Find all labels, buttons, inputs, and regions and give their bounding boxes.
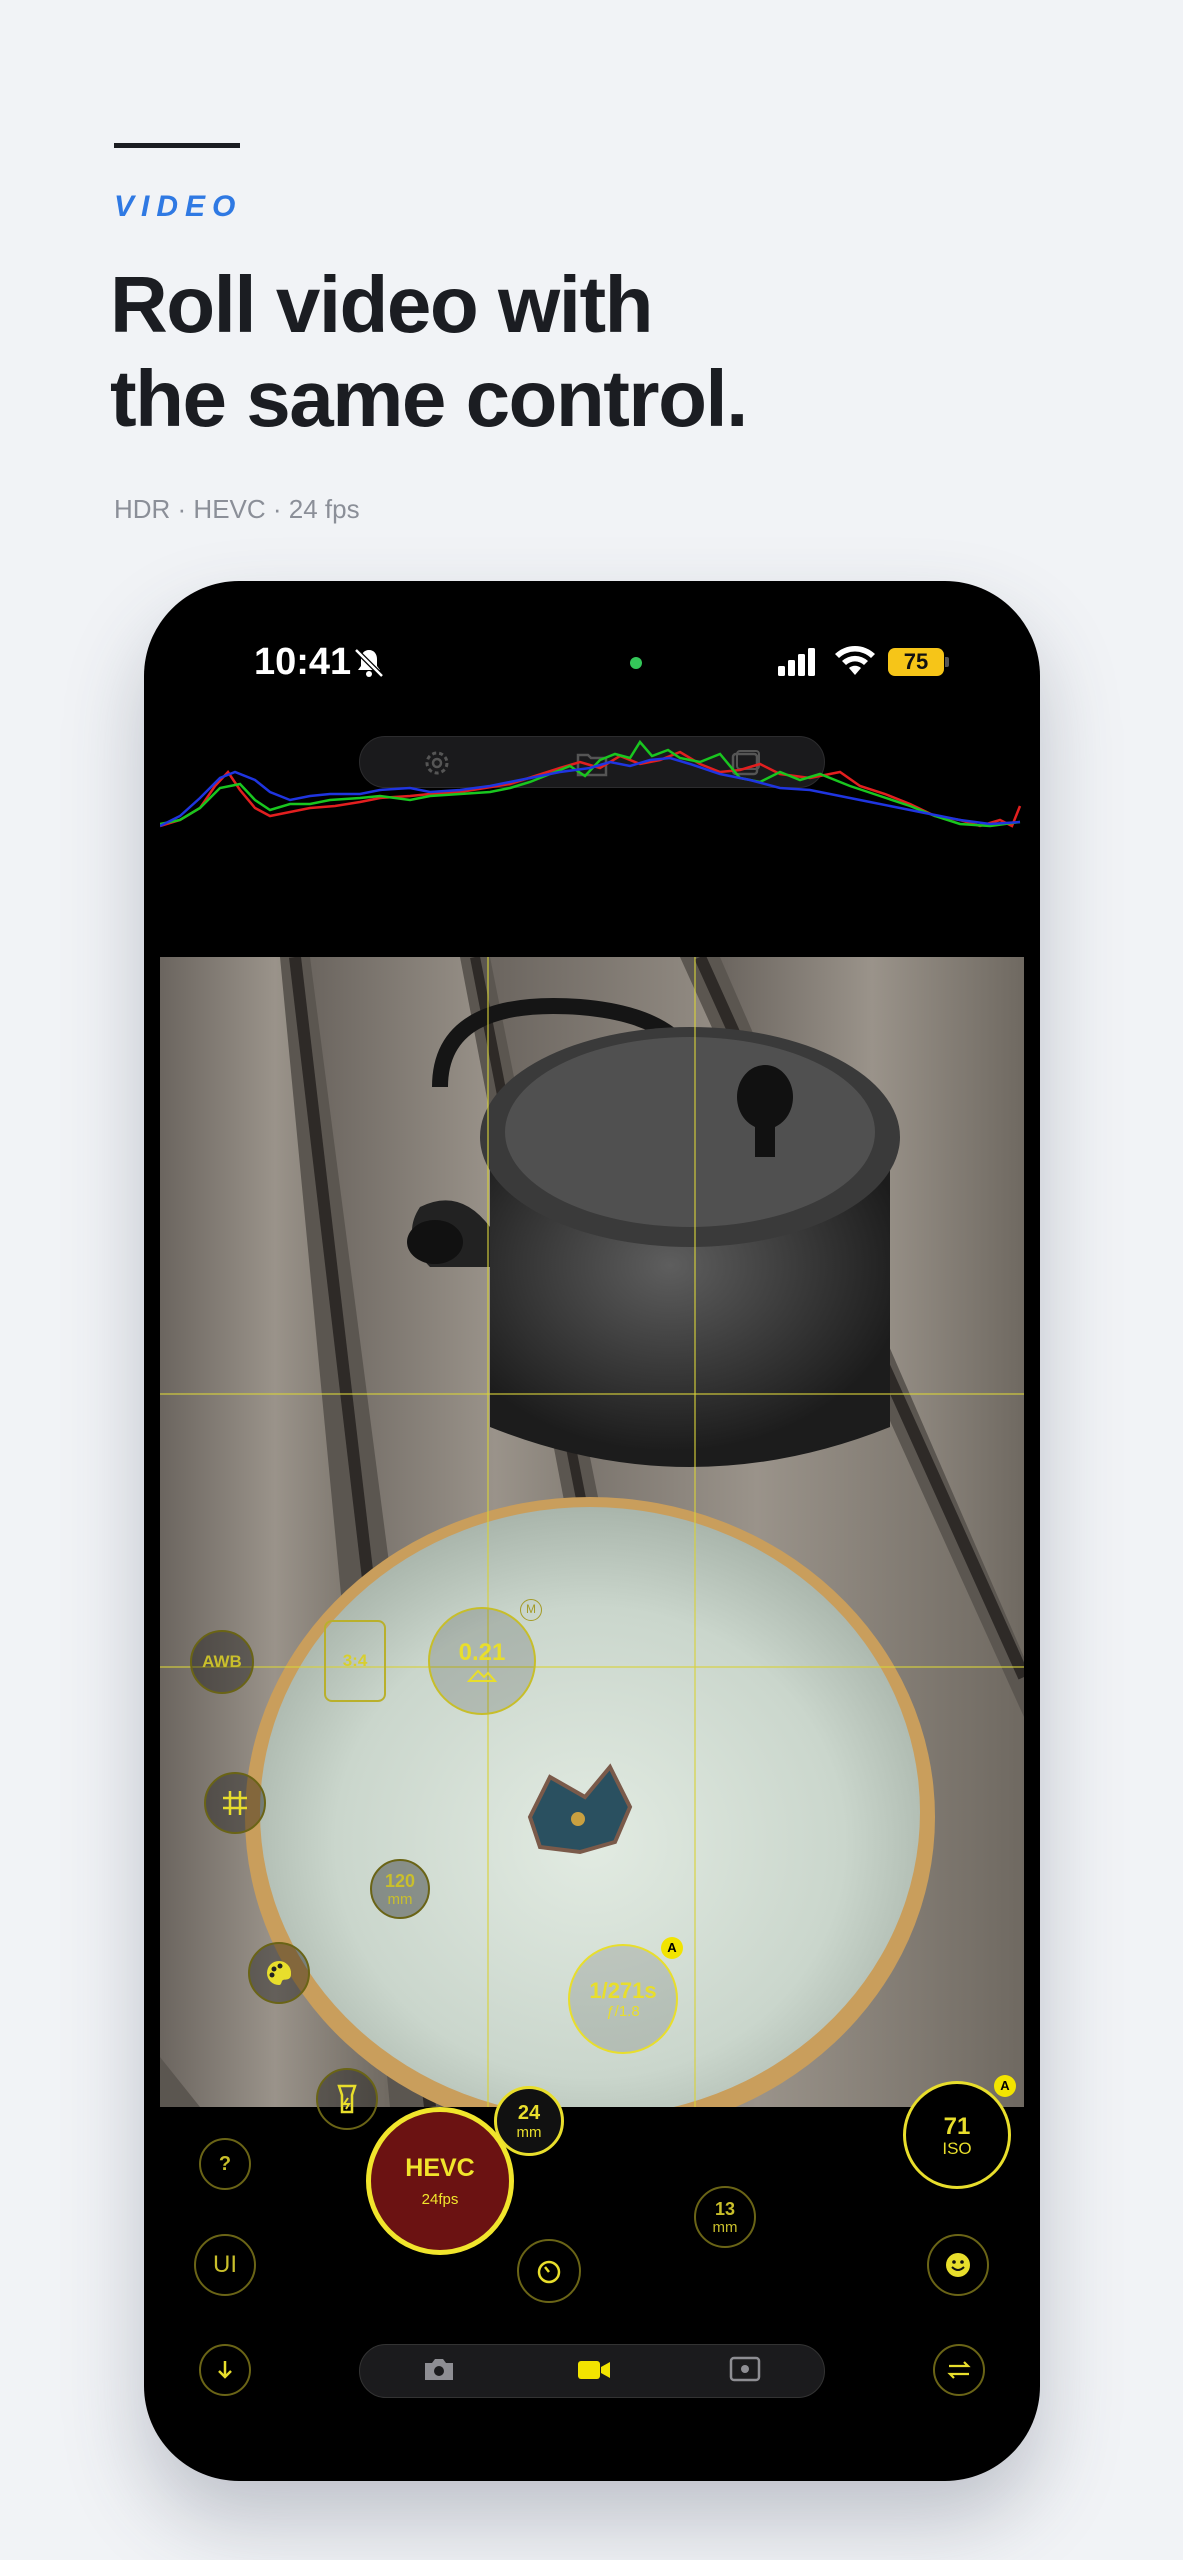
eyebrow-label: VIDEO — [114, 190, 243, 223]
grid-button[interactable] — [204, 1772, 266, 1834]
silent-bell-icon — [354, 648, 384, 678]
rgb-histogram — [160, 739, 1022, 828]
shutter-auto-badge: A — [661, 1937, 683, 1959]
swap-arrows-icon — [947, 2361, 971, 2379]
record-fps: 24fps — [421, 2191, 459, 2208]
video-mode-icon[interactable] — [576, 2357, 612, 2383]
timer-button[interactable] — [517, 2239, 581, 2303]
manual-badge: M — [520, 1599, 542, 1621]
headline-line-1: Roll video with — [110, 260, 653, 349]
download-button[interactable] — [199, 2344, 251, 2396]
exposure-value: 0.21 — [458, 1639, 506, 1666]
record-format: HEVC — [405, 2154, 475, 2182]
flashlight-icon — [337, 2084, 357, 2114]
headline: Roll video with the same control. — [110, 258, 748, 446]
flashlight-button[interactable] — [316, 2068, 378, 2130]
zoom-24-unit: mm — [516, 2123, 542, 2141]
face-detect-button[interactable] — [927, 2234, 989, 2296]
switch-camera-button[interactable] — [933, 2344, 985, 2396]
exposure-button[interactable]: 0.21 — [428, 1607, 536, 1715]
camera-indicator-dot — [630, 657, 642, 669]
subline: HDR · HEVC · 24 fps — [114, 494, 360, 524]
help-button[interactable]: ? — [199, 2138, 251, 2190]
zoom-24-value: 24 — [517, 2101, 541, 2124]
photo-mode-camera-icon[interactable] — [422, 2354, 456, 2384]
zoom-120-button[interactable]: 120 mm — [370, 1859, 430, 1919]
ui-toggle-button[interactable]: UI — [194, 2234, 256, 2296]
grid-icon — [223, 1791, 247, 1815]
cellular-signal-icon — [778, 648, 815, 676]
iso-auto-badge: A — [994, 2075, 1016, 2097]
header-rule — [114, 143, 240, 148]
filter-palette-button[interactable] — [248, 1942, 310, 2004]
iso-label: ISO — [942, 2139, 972, 2158]
wifi-icon — [835, 646, 875, 675]
zoom-13-button[interactable]: 13 mm — [694, 2186, 756, 2248]
zoom-120-unit: mm — [387, 1890, 413, 1908]
mountain-icon — [467, 1669, 497, 1682]
promo-page: VIDEO Roll video with the same control. … — [0, 0, 1183, 2560]
iso-value: 71 — [943, 2113, 971, 2140]
iso-button[interactable]: 71 ISO — [903, 2081, 1011, 2189]
shutter-value: 1/271s — [589, 1978, 657, 2003]
zoom-13-unit: mm — [712, 2218, 738, 2236]
palette-icon — [267, 1960, 292, 1985]
timer-icon — [537, 2260, 561, 2284]
status-time: 10:41 — [254, 641, 352, 683]
phone-frame: 10:41 75 AWB 3:4 0.21 M 120 mm 1/271s ƒ/… — [144, 581, 1040, 2481]
arrow-down-icon — [218, 2361, 232, 2379]
camera-viewfinder[interactable] — [160, 957, 1024, 2107]
aperture-value: ƒ/1.8 — [606, 2003, 640, 2020]
battery-indicator: 75 — [888, 648, 944, 676]
viewfinder-scene — [160, 957, 1024, 2107]
screen-record-icon[interactable] — [728, 2354, 762, 2384]
headline-line-2: the same control. — [110, 354, 748, 443]
zoom-13-value: 13 — [714, 2198, 736, 2219]
smiley-face-icon — [946, 2253, 970, 2277]
aspect-ratio-button[interactable]: 3:4 — [324, 1620, 386, 1702]
awb-button[interactable]: AWB — [190, 1630, 254, 1694]
record-button[interactable]: HEVC 24fps — [366, 2107, 514, 2255]
zoom-120-value: 120 — [384, 1870, 416, 1891]
battery-cap — [945, 657, 949, 667]
shutter-speed-button[interactable]: 1/271s ƒ/1.8 — [568, 1944, 678, 2054]
